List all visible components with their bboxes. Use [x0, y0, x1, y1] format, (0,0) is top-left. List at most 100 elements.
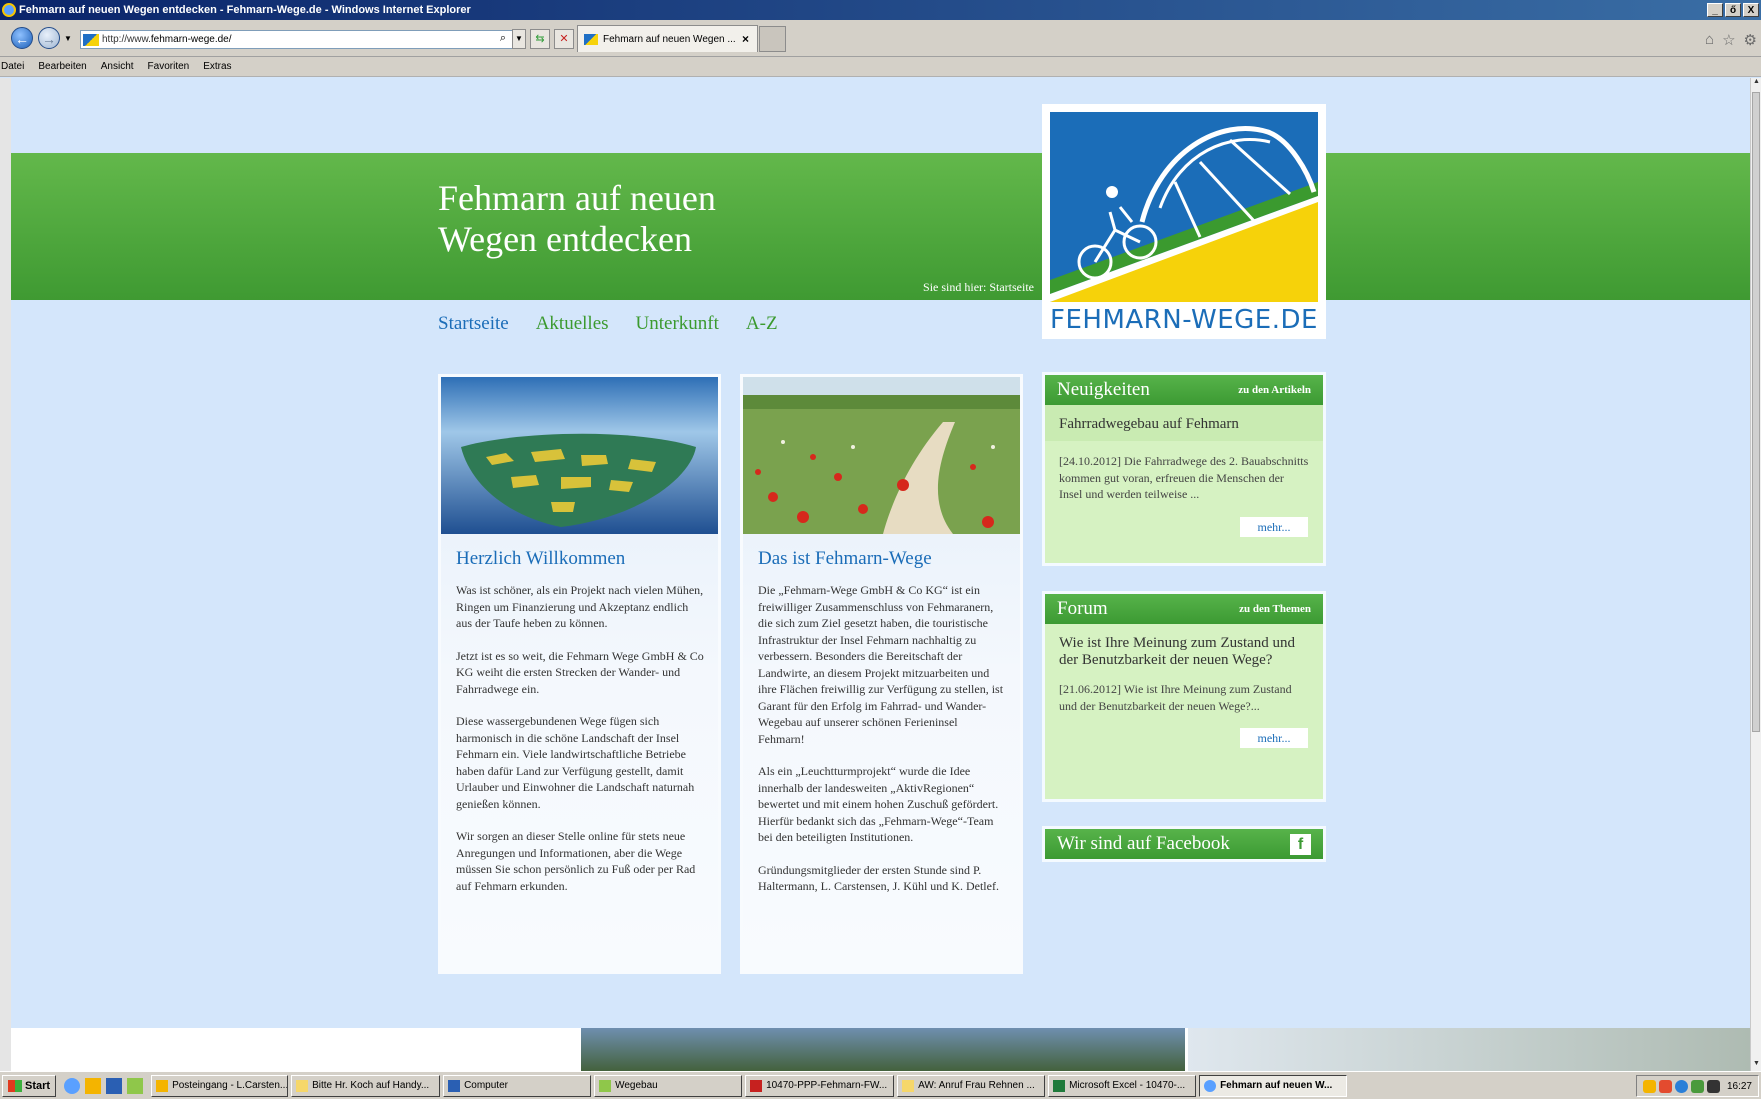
task-computer[interactable]: Computer — [443, 1074, 592, 1097]
path-meadow-image — [743, 377, 1020, 534]
start-button[interactable]: Start — [2, 1074, 57, 1097]
restore-button[interactable]: ő — [1725, 3, 1741, 17]
news-box: Neuigkeiten zu den Artikeln Fahrradwegeb… — [1042, 372, 1326, 566]
back-button[interactable]: ← — [11, 27, 33, 49]
about-column: Das ist Fehmarn-Wege Die „Fehmarn-Wege G… — [740, 374, 1023, 974]
tray-outlook-icon[interactable] — [1642, 1079, 1656, 1093]
scroll-down-icon[interactable]: ▼ — [1751, 1060, 1761, 1071]
gear-icon[interactable]: ⚙ — [1744, 31, 1757, 49]
site-title: Fehmarn auf neuen Wegen entdecken — [438, 178, 716, 259]
task-mail-koch[interactable]: Bitte Hr. Koch auf Handy... — [291, 1074, 441, 1097]
tab-close-icon[interactable]: × — [742, 32, 749, 46]
clock[interactable]: 16:27 — [1727, 1081, 1752, 1092]
taskbar: Start Posteingang - L.Carsten... Bitte H… — [0, 1071, 1761, 1099]
task-pdf[interactable]: 10470-PPP-Fehmarn-FW... — [745, 1074, 895, 1097]
url-text[interactable]: http://www.fehmarn-wege.de/ — [102, 34, 232, 45]
news-title: Neuigkeiten — [1057, 379, 1150, 400]
menu-bearbeiten[interactable]: Bearbeiten — [38, 61, 86, 72]
tray-alert-icon[interactable] — [1658, 1079, 1672, 1093]
window-controls: _ ő X — [1707, 3, 1759, 17]
scrollbar-thumb[interactable] — [1752, 92, 1760, 732]
app-quicklaunch-icon[interactable] — [127, 1077, 144, 1094]
menu-extras[interactable]: Extras — [203, 61, 231, 72]
menu-favoriten[interactable]: Favoriten — [148, 61, 190, 72]
outlook-quicklaunch-icon[interactable] — [85, 1077, 102, 1094]
welcome-text: Was ist schöner, als ein Projekt nach vi… — [456, 583, 704, 893]
ie-quicklaunch-icon[interactable] — [64, 1077, 81, 1094]
welcome-column: Herzlich Willkommen Was ist schöner, als… — [438, 374, 721, 974]
tab-title: Fehmarn auf neuen Wegen ... — [603, 33, 736, 45]
tab-favicon-icon — [584, 33, 598, 45]
system-tray: 16:27 — [1635, 1075, 1759, 1097]
main-navigation: Startseite Aktuelles Unterkunft A-Z — [438, 313, 778, 335]
address-bar[interactable]: http://www.fehmarn-wege.de/ — [80, 30, 526, 49]
outlook-icon — [156, 1079, 169, 1092]
task-outlook[interactable]: Posteingang - L.Carsten... — [151, 1074, 289, 1097]
desktop-quicklaunch-icon[interactable] — [106, 1077, 123, 1094]
window-titlebar: Fehmarn auf neuen Wegen entdecken - Fehm… — [0, 0, 1761, 20]
nav-aktuelles[interactable]: Aktuelles — [536, 313, 609, 335]
close-window-button[interactable]: X — [1743, 3, 1759, 17]
address-dropdown-icon[interactable]: ▼ — [512, 29, 526, 49]
tray-app-icon[interactable] — [1706, 1079, 1720, 1093]
about-heading: Das ist Fehmarn-Wege — [758, 548, 932, 569]
nav-startseite[interactable]: Startseite — [438, 313, 509, 335]
ie-icon — [1204, 1079, 1217, 1092]
history-dropdown-icon[interactable]: ▼ — [64, 34, 72, 43]
forward-button[interactable]: → — [38, 27, 60, 49]
favorites-star-icon[interactable]: ☆ — [1722, 31, 1735, 49]
forum-title: Forum — [1057, 598, 1108, 619]
minimize-button[interactable]: _ — [1707, 3, 1723, 17]
task-excel[interactable]: Microsoft Excel - 10470-... — [1048, 1074, 1197, 1097]
task-wegebau[interactable]: Wegebau — [594, 1074, 743, 1097]
forum-more-button[interactable]: mehr... — [1240, 728, 1308, 748]
browser-navbar: ← → ▼ http://www.fehmarn-wege.de/ ⌕ ▼ ⇆ … — [0, 20, 1761, 57]
folder-icon — [599, 1079, 612, 1092]
vertical-scrollbar[interactable]: ▲ ▼ — [1750, 78, 1761, 1071]
home-icon[interactable]: ⌂ — [1705, 31, 1714, 49]
scroll-up-icon[interactable]: ▲ — [1751, 78, 1761, 89]
forum-header: Forum zu den Themen — [1045, 594, 1323, 624]
forum-headline[interactable]: Wie ist Ihre Meinung zum Zustand und der… — [1045, 624, 1323, 669]
mail-icon — [296, 1079, 309, 1092]
menu-ansicht[interactable]: Ansicht — [101, 61, 134, 72]
header-band — [11, 153, 1750, 300]
menu-bar: Datei Bearbeiten Ansicht Favoriten Extra… — [0, 57, 1761, 77]
facebook-box[interactable]: Wir sind auf Facebook f — [1042, 826, 1326, 862]
task-internet-explorer[interactable]: Fehmarn auf neuen W... — [1199, 1074, 1348, 1097]
windows-flag-icon — [8, 1079, 22, 1092]
mail-icon — [902, 1079, 915, 1092]
left-frame — [0, 78, 11, 1071]
about-text: Die „Fehmarn-Wege GmbH & Co KG“ ist ein … — [758, 583, 1004, 893]
page-viewport: Fehmarn auf neuen Wegen entdecken Sie si… — [11, 78, 1750, 1071]
menu-datei[interactable]: Datei — [1, 61, 24, 72]
tray-security-icon[interactable] — [1690, 1079, 1704, 1093]
pdf-icon — [750, 1079, 763, 1092]
news-header: Neuigkeiten zu den Artikeln — [1045, 375, 1323, 405]
logo-graphic — [1050, 112, 1318, 302]
browser-toolbar-icons: ⌂ ☆ ⚙ — [1705, 31, 1757, 49]
new-tab-button[interactable] — [759, 26, 786, 52]
ie-icon — [2, 3, 16, 17]
excel-icon — [1053, 1079, 1066, 1092]
facebook-icon[interactable]: f — [1290, 833, 1311, 855]
forum-box: Forum zu den Themen Wie ist Ihre Meinung… — [1042, 591, 1326, 802]
task-mail-rehnen[interactable]: AW: Anruf Frau Rehnen ... — [897, 1074, 1046, 1097]
tray-network-icon[interactable] — [1674, 1079, 1688, 1093]
forum-topics-link[interactable]: zu den Themen — [1239, 603, 1311, 615]
news-headline[interactable]: Fahrradwegebau auf Fehmarn — [1045, 405, 1323, 441]
site-logo[interactable]: FEHMARN-WEGE.DE — [1042, 104, 1326, 339]
stop-button[interactable]: ✕ — [554, 29, 574, 49]
search-icon[interactable]: ⌕ — [494, 29, 512, 49]
news-articles-link[interactable]: zu den Artikeln — [1238, 384, 1311, 396]
quick-launch — [64, 1077, 144, 1094]
welcome-heading: Herzlich Willkommen — [456, 548, 626, 569]
browser-tab[interactable]: Fehmarn auf neuen Wegen ... × — [577, 25, 758, 52]
site-favicon-icon — [83, 33, 99, 46]
computer-icon — [448, 1079, 461, 1092]
nav-a-z[interactable]: A-Z — [746, 313, 778, 335]
nav-unterkunft[interactable]: Unterkunft — [636, 313, 719, 335]
news-more-button[interactable]: mehr... — [1240, 516, 1308, 537]
refresh-button[interactable]: ⇆ — [530, 29, 550, 49]
window-title: Fehmarn auf neuen Wegen entdecken - Fehm… — [19, 4, 471, 16]
